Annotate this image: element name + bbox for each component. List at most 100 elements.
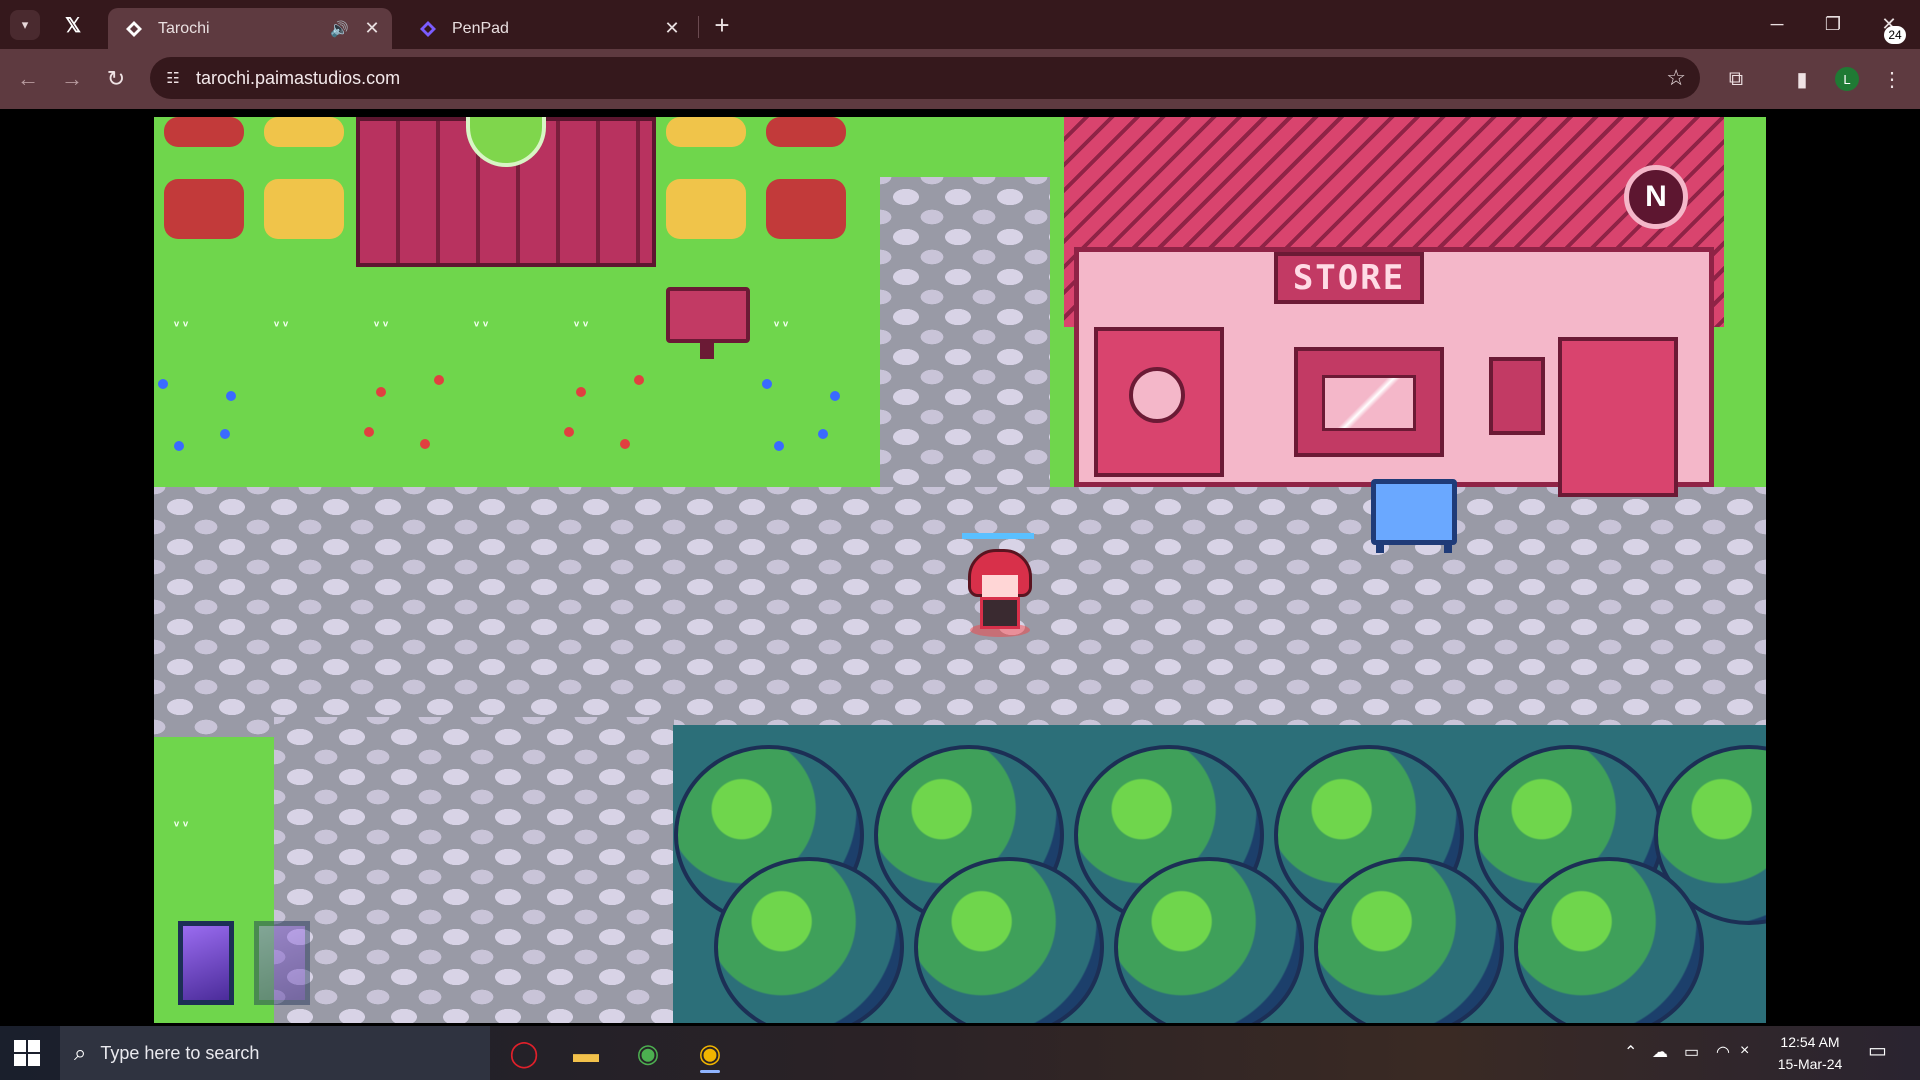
player-body bbox=[980, 597, 1020, 629]
clock-date: 15-Mar-24 bbox=[1777, 1056, 1843, 1072]
tree bbox=[914, 857, 1104, 1023]
window-glass bbox=[1322, 375, 1416, 431]
reload-icon[interactable]: ↻ bbox=[100, 63, 132, 95]
red-flower bbox=[434, 375, 444, 385]
red-flowerbed bbox=[766, 117, 846, 147]
grass-tuft: ᵛ ᵛ bbox=[174, 317, 189, 333]
blue-flower bbox=[226, 391, 236, 401]
signpost-leg bbox=[700, 339, 714, 359]
tab-strip: ▾ 𝕏 Tarochi 🔊 ✕ PenPad ✕ + ─ ❐ ✕ bbox=[0, 0, 1920, 49]
game-canvas[interactable]: ᵛ ᵛ ᵛ ᵛ ᵛ ᵛ ᵛ ᵛ ᵛ ᵛ ᵛ ᵛ ᵛ ᵛ STORE N bbox=[154, 117, 1766, 1023]
volume-muted-icon[interactable]: × bbox=[1740, 1042, 1749, 1060]
forward-arrow-icon[interactable]: → bbox=[56, 63, 88, 95]
red-flower bbox=[364, 427, 374, 437]
address-bar[interactable]: ☷ tarochi.paimastudios.com ☆ bbox=[150, 57, 1700, 99]
blue-flower bbox=[158, 379, 168, 389]
grass-tuft: ᵛ ᵛ bbox=[374, 317, 389, 333]
store-badge: N bbox=[1624, 165, 1688, 229]
tarochi-favicon-icon bbox=[124, 19, 144, 39]
side-panel-icon[interactable]: ▮ bbox=[1786, 63, 1818, 95]
blue-flower bbox=[762, 379, 772, 389]
grass-tuft: ᵛ ᵛ bbox=[274, 317, 289, 333]
player-face bbox=[982, 575, 1018, 597]
audio-playing-icon[interactable]: 🔊 bbox=[330, 20, 354, 38]
battery-icon[interactable]: ▭ bbox=[1684, 1042, 1699, 1062]
back-arrow-icon[interactable]: ← bbox=[12, 63, 44, 95]
tree bbox=[1314, 857, 1504, 1023]
profile-avatar[interactable]: L bbox=[1835, 67, 1859, 91]
wooden-signpost[interactable] bbox=[666, 287, 750, 343]
extensions-icon[interactable]: ⧉ bbox=[1720, 63, 1752, 95]
cobblestone-path bbox=[274, 717, 674, 1023]
windows-start-icon[interactable] bbox=[14, 1040, 40, 1066]
yellow-flowerbed bbox=[666, 179, 746, 239]
red-flower bbox=[620, 439, 630, 449]
tab-penpad[interactable]: PenPad ✕ bbox=[402, 8, 692, 49]
tab-tarochi[interactable]: Tarochi 🔊 ✕ bbox=[108, 8, 392, 49]
wifi-icon[interactable]: ◠ bbox=[1716, 1042, 1730, 1062]
store-small-window bbox=[1489, 357, 1545, 435]
blue-flower bbox=[818, 429, 828, 439]
tab-title: PenPad bbox=[452, 19, 509, 37]
grass-tuft: ᵛ ᵛ bbox=[174, 817, 189, 833]
store-sign: STORE bbox=[1274, 252, 1424, 304]
browser-toolbar: ← → ↻ ☷ tarochi.paimastudios.com ☆ ⧉ ▮ ⋮ bbox=[0, 49, 1920, 109]
yellow-flowerbed bbox=[264, 179, 344, 239]
notice-board[interactable] bbox=[1371, 479, 1457, 545]
tree bbox=[1114, 857, 1304, 1023]
player-health-bar bbox=[962, 533, 1034, 539]
notification-center-icon[interactable]: ▭ bbox=[1868, 1038, 1902, 1068]
close-tab-icon[interactable]: ✕ bbox=[360, 17, 384, 41]
chrome-icon[interactable]: ◉ bbox=[626, 1033, 670, 1073]
red-flower bbox=[576, 387, 586, 397]
red-flower bbox=[564, 427, 574, 437]
penpad-favicon-icon bbox=[418, 19, 438, 39]
tab-title: Tarochi bbox=[158, 19, 210, 37]
onedrive-icon[interactable]: ☁ bbox=[1652, 1042, 1668, 1062]
portal-stone-faded[interactable] bbox=[254, 921, 310, 1005]
url-text[interactable]: tarochi.paimastudios.com bbox=[196, 68, 400, 89]
tab-search-button[interactable]: ▾ bbox=[10, 10, 40, 40]
page-viewport: ᵛ ᵛ ᵛ ᵛ ᵛ ᵛ ᵛ ᵛ ᵛ ᵛ ᵛ ᵛ ᵛ ᵛ STORE N bbox=[0, 109, 1920, 1026]
red-flower bbox=[376, 387, 386, 397]
close-tab-icon[interactable]: ✕ bbox=[660, 17, 684, 41]
portal-stone[interactable] bbox=[178, 921, 234, 1005]
system-clock[interactable]: 12:54 AM 15-Mar-24 bbox=[1760, 1031, 1860, 1075]
show-hidden-icons-icon[interactable]: ⌃ bbox=[1624, 1042, 1637, 1062]
notice-board-legs bbox=[1376, 543, 1452, 553]
new-tab-button[interactable]: + bbox=[707, 10, 737, 40]
red-flower bbox=[634, 375, 644, 385]
player-character[interactable] bbox=[968, 549, 1032, 637]
store-door[interactable] bbox=[1558, 337, 1678, 497]
yellow-flowerbed bbox=[264, 117, 344, 147]
search-icon: ⌕ bbox=[74, 1040, 87, 1065]
x-pinned-tab[interactable]: 𝕏 bbox=[58, 10, 88, 40]
opera-icon[interactable]: ◯ bbox=[502, 1033, 546, 1073]
restore-button[interactable]: ❐ bbox=[1806, 0, 1860, 49]
site-info-icon[interactable]: ☷ bbox=[162, 67, 184, 89]
blue-flower bbox=[220, 429, 230, 439]
tree bbox=[714, 857, 904, 1023]
blue-flower bbox=[830, 391, 840, 401]
tree bbox=[1514, 857, 1704, 1023]
red-flowerbed bbox=[766, 179, 846, 239]
chrome-active-icon[interactable]: ◉ bbox=[688, 1033, 732, 1073]
minimize-button[interactable]: ─ bbox=[1750, 0, 1804, 49]
clock-time: 12:54 AM bbox=[1780, 1034, 1840, 1050]
grass-tuft: ᵛ ᵛ bbox=[474, 317, 489, 333]
yellow-flowerbed bbox=[666, 117, 746, 147]
shopkeeper-npc[interactable] bbox=[1129, 367, 1185, 423]
file-explorer-icon[interactable]: ▬ bbox=[564, 1033, 608, 1073]
bookmark-star-icon[interactable]: ☆ bbox=[1666, 65, 1686, 91]
red-flowerbed bbox=[164, 117, 244, 147]
taskbar-search-box[interactable]: ⌕ Type here to search bbox=[60, 1026, 490, 1080]
red-flower bbox=[420, 439, 430, 449]
notification-count-badge: 24 bbox=[1884, 26, 1906, 44]
blue-flower bbox=[174, 441, 184, 451]
grass-tuft: ᵛ ᵛ bbox=[574, 317, 589, 333]
search-placeholder: Type here to search bbox=[100, 1042, 260, 1063]
windows-taskbar: ⌕ Type here to search ◯ ▬ ◉ ◉ ⌃ ☁ ▭ ◠ × … bbox=[0, 1026, 1920, 1080]
menu-kebab-icon[interactable]: ⋮ bbox=[1876, 63, 1908, 95]
red-flowerbed bbox=[164, 179, 244, 239]
cobblestone-plaza bbox=[154, 487, 1766, 737]
